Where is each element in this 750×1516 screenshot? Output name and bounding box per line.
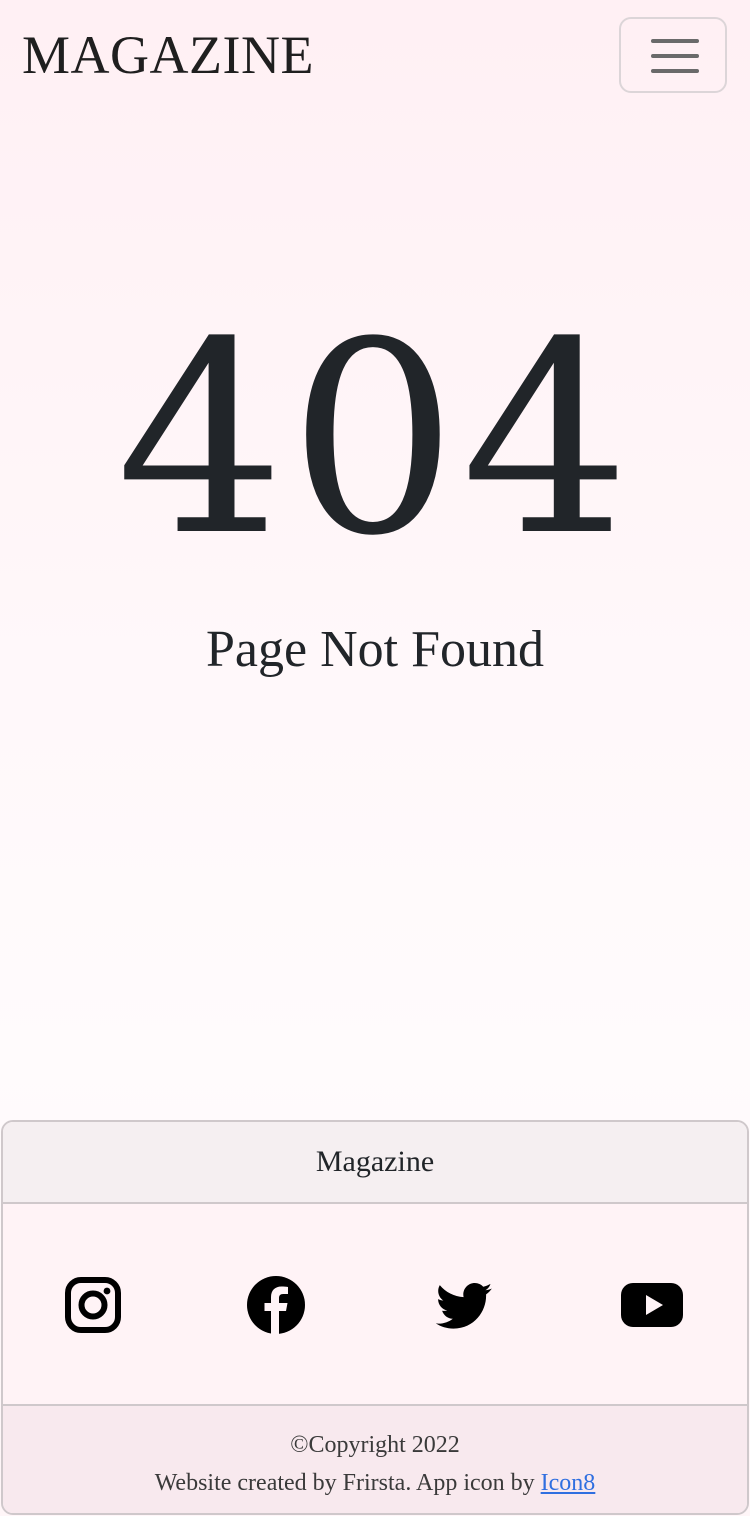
footer-card: Magazine ©Copyright 2022 Website created… — [1, 1120, 749, 1515]
error-code: 404 — [116, 286, 634, 594]
hamburger-icon-line — [651, 39, 699, 43]
icon8-link[interactable]: Icon8 — [541, 1470, 596, 1496]
twitter-icon — [435, 1283, 492, 1329]
footer-title: Magazine — [3, 1122, 747, 1204]
youtube-icon — [621, 1283, 683, 1327]
navbar: MAGAZINE — [0, 0, 750, 112]
facebook-icon — [247, 1276, 305, 1334]
copyright-text: ©Copyright 2022 — [290, 1432, 460, 1458]
instagram-link[interactable] — [58, 1270, 128, 1340]
hamburger-icon-line — [651, 54, 699, 58]
menu-toggle-button[interactable] — [619, 17, 727, 93]
youtube-link[interactable] — [617, 1270, 687, 1340]
facebook-link[interactable] — [241, 1270, 311, 1340]
hamburger-icon-line — [651, 69, 699, 73]
instagram-icon — [65, 1277, 121, 1333]
twitter-link[interactable] — [428, 1270, 498, 1340]
social-links — [3, 1204, 747, 1406]
credit-text: Website created by Frirsta. App icon by — [154, 1470, 541, 1496]
brand-logo[interactable]: MAGAZINE — [22, 20, 314, 90]
error-message: Page Not Found — [206, 621, 544, 678]
footer-credits: ©Copyright 2022 Website created by Frirs… — [3, 1406, 747, 1513]
credit-line: Website created by Frirsta. App icon by … — [3, 1464, 747, 1502]
